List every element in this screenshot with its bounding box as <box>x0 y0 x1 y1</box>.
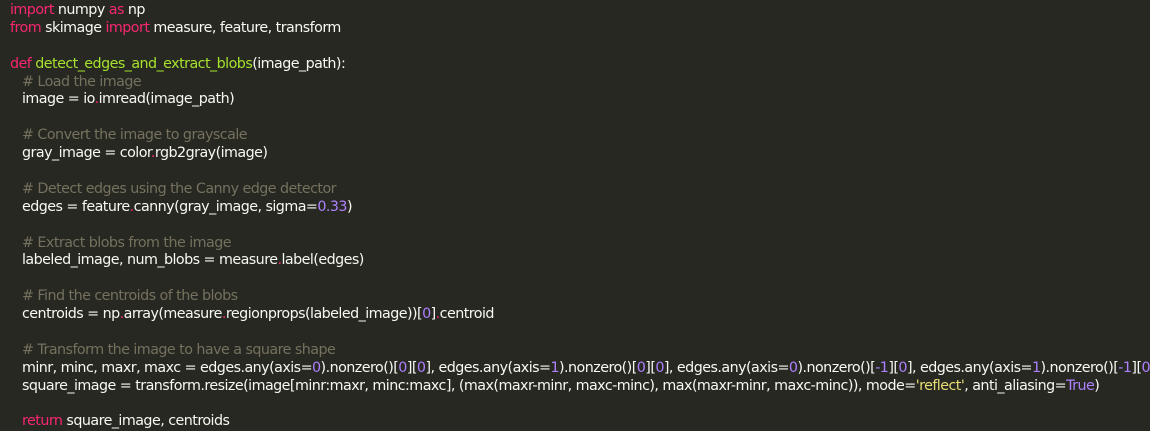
code-text: minr, minc, maxr, maxc = edges.any(axis= <box>22 359 313 376</box>
code-text: ][ <box>1131 359 1142 376</box>
code-text: ][ <box>406 359 418 376</box>
code-text: ) <box>346 198 353 215</box>
code-text: centroid <box>439 306 495 323</box>
string-literal: 'reflect' <box>915 377 965 394</box>
number-literal: 1 <box>1031 359 1041 376</box>
number-literal: 0 <box>398 359 407 376</box>
code-line-5: # Load the image <box>10 74 1150 92</box>
comment: # Load the image <box>22 73 142 90</box>
comment: # Convert the image to grayscale <box>22 127 248 144</box>
code-text: square_image = transform.resize(image[mi… <box>22 377 916 394</box>
code-text: array(measure <box>123 306 223 323</box>
code-line-2: from skimage import measure, feature, tr… <box>10 20 1150 38</box>
code-text: ).nonzero()[ <box>320 359 399 376</box>
code-text: ) <box>1094 377 1100 394</box>
module-name: skimage <box>41 19 106 36</box>
code-line-20: # Transform the image to have a square s… <box>10 342 1150 360</box>
number-literal: 0 <box>636 359 646 376</box>
code-text: ).nonzero()[ <box>797 359 876 376</box>
code-line-22: square_image = transform.resize(image[mi… <box>10 378 1150 396</box>
code-text: , anti_aliasing= <box>964 377 1067 394</box>
code-text: edges = feature <box>22 198 130 215</box>
comment: # Find the centroids of the blobs <box>22 288 238 305</box>
keyword-as: as <box>108 2 125 18</box>
code-line-21: minr, minc, maxr, maxc = edges.any(axis=… <box>10 360 1150 378</box>
number-literal: 0.33 <box>317 198 347 215</box>
module-name: numpy <box>53 2 109 18</box>
number-literal: -1 <box>1118 359 1132 376</box>
number-literal: -1 <box>875 359 889 376</box>
comment: # Detect edges using the Canny edge dete… <box>22 180 337 197</box>
function-params: (image_path): <box>252 55 346 72</box>
code-line-4: def detect_edges_and_extract_blobs(image… <box>10 56 1150 74</box>
keyword-return: return <box>22 413 63 430</box>
code-text: ][ <box>645 359 656 376</box>
code-text: canny(gray_image, sigma= <box>133 198 318 215</box>
comment: # Extract blobs from the image <box>22 234 232 251</box>
code-text: label(edges) <box>281 252 364 269</box>
code-line-11: # Detect edges using the Canny edge dete… <box>10 181 1150 199</box>
code-line-18: centroids = np.array(measure.regionprops… <box>10 306 1150 324</box>
code-text: rgb2gray(image) <box>154 145 268 162</box>
code-text: regionprops(labeled_image))[ <box>225 306 423 323</box>
code-text: square_image, centroids <box>62 413 230 430</box>
keyword-import: import <box>10 2 54 18</box>
code-text: ], edges.any(axis= <box>663 359 790 376</box>
comment: # Transform the image to have a square s… <box>22 341 336 358</box>
number-literal: 0 <box>655 359 664 376</box>
code-line-15: labeled_image, num_blobs = measure.label… <box>10 252 1150 270</box>
number-literal: 0 <box>898 359 907 376</box>
code-text: labeled_image, num_blobs = measure <box>22 252 278 269</box>
keyword-from: from <box>10 19 42 36</box>
code-text: gray_image = color <box>22 145 151 162</box>
keyword-def: def <box>10 55 32 72</box>
code-text: ], edges.any(axis= <box>425 359 551 376</box>
code-line-8: # Convert the image to grayscale <box>10 127 1150 145</box>
code-line-1: import numpy as np <box>10 2 1150 20</box>
code-line-9: gray_image = color.rgb2gray(image) <box>10 145 1150 163</box>
code-editor[interactable]: import numpy as np from skimage import m… <box>0 0 1150 429</box>
number-literal: 0 <box>422 306 431 323</box>
code-line-17: # Find the centroids of the blobs <box>10 288 1150 306</box>
code-text: ][ <box>888 359 899 376</box>
number-literal: 0 <box>1141 359 1150 376</box>
code-line-14: # Extract blobs from the image <box>10 235 1150 253</box>
code-line-24: return square_image, centroids <box>10 413 1150 431</box>
code-text: imread(image_path) <box>98 91 235 108</box>
code-line-6: image = io.imread(image_path) <box>10 91 1150 109</box>
code-text: ).nonzero()[ <box>1040 359 1119 376</box>
code-text: ], edges.any(axis= <box>906 359 1033 376</box>
code-text: ).nonzero()[ <box>559 359 637 376</box>
code-text: centroids = np <box>22 306 120 323</box>
number-literal: 1 <box>550 359 559 376</box>
code-text: image = io <box>22 91 95 108</box>
imported-names: measure, feature, transform <box>149 19 341 36</box>
number-literal: 0 <box>312 359 321 376</box>
function-name: detect_edges_and_extract_blobs <box>31 55 253 72</box>
boolean-literal: True <box>1066 377 1095 394</box>
keyword-import: import <box>105 19 150 36</box>
module-alias: np <box>123 2 146 18</box>
code-line-12: edges = feature.canny(gray_image, sigma=… <box>10 199 1150 217</box>
